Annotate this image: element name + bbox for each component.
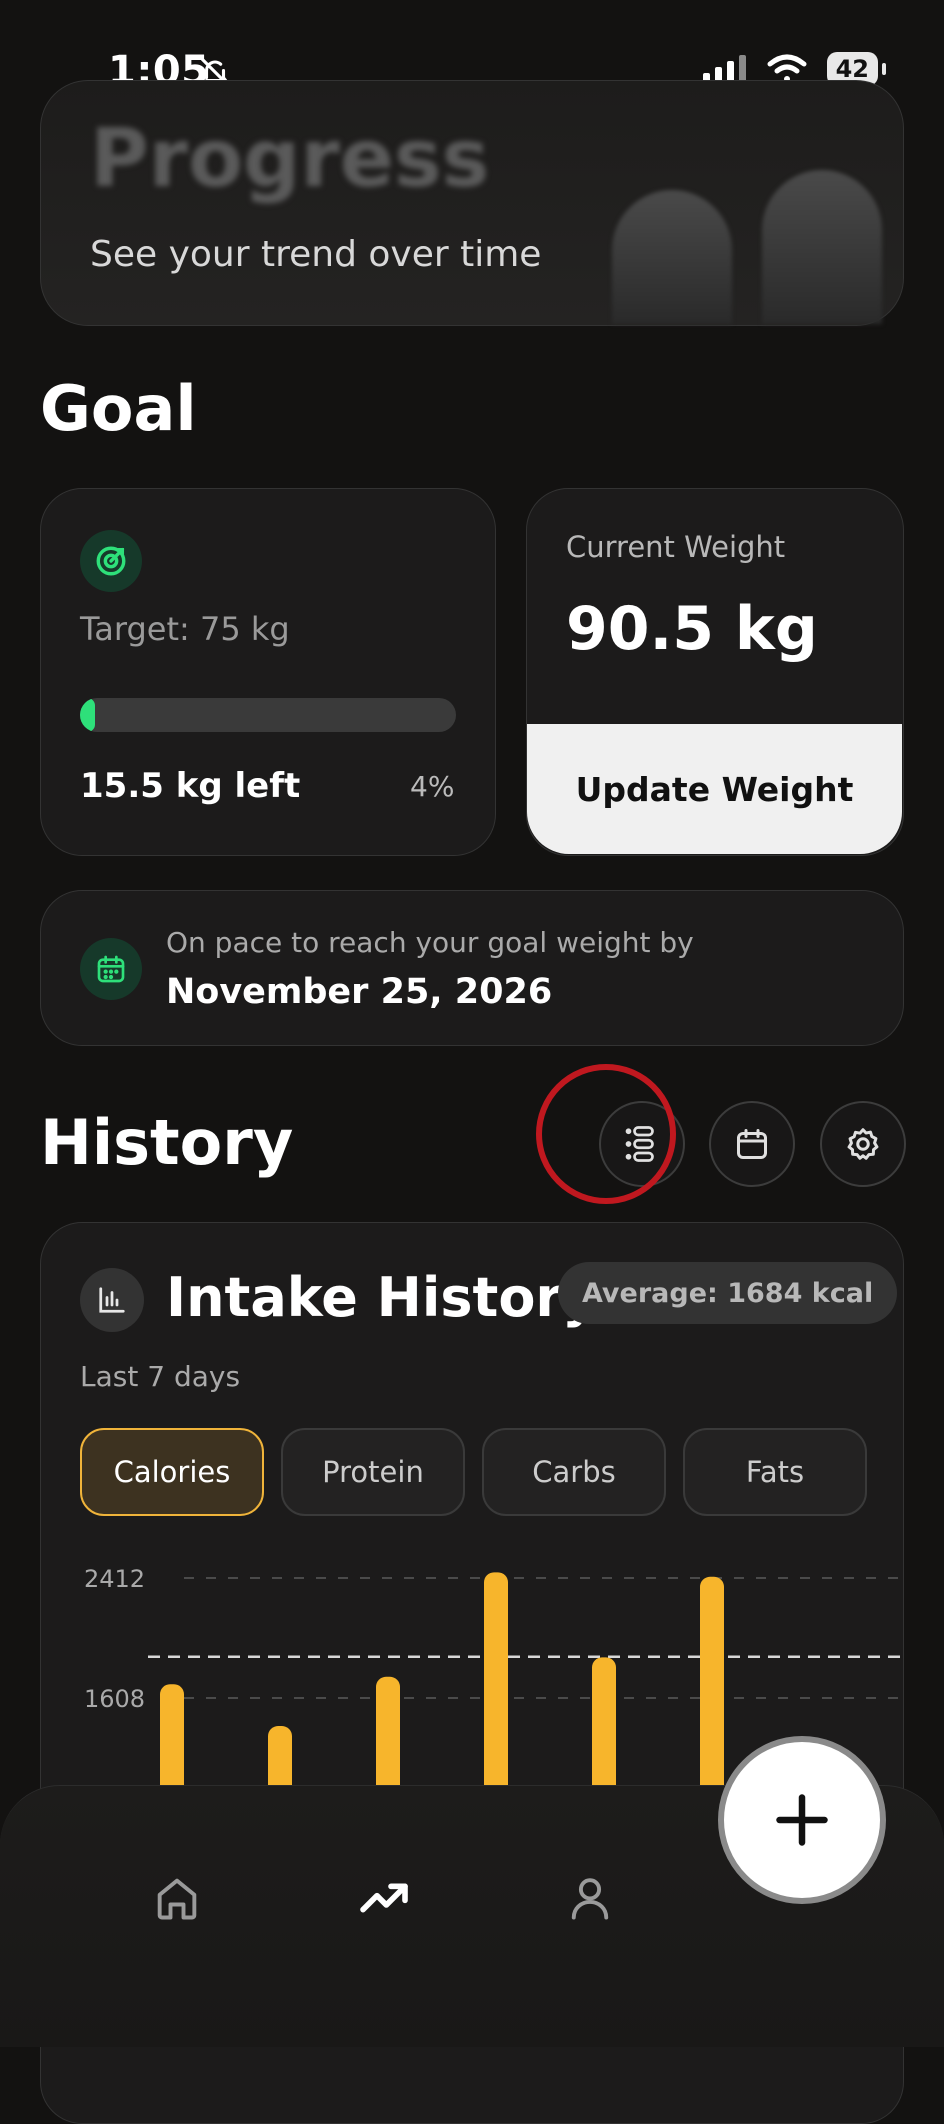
range-label: Last 7 days [80, 1360, 241, 1393]
intake-history-title: Intake History [166, 1266, 598, 1329]
hero-subtitle: See your trend over time [90, 234, 542, 275]
progress-percent: 4% [410, 770, 455, 803]
y-tick-label: 1608 [84, 1685, 145, 1713]
current-weight-caption: Current Weight [566, 530, 786, 564]
pace-date: November 25, 2026 [166, 972, 553, 1012]
home-icon [157, 1878, 197, 1920]
pace-caption: On pace to reach your goal weight by [166, 926, 694, 959]
goal-progress-bar [80, 698, 456, 732]
nav-progress[interactable] [334, 1848, 434, 1948]
nav-home[interactable] [127, 1848, 227, 1948]
update-weight-button[interactable]: Update Weight [527, 724, 902, 854]
battery-cap [882, 63, 886, 75]
hero-decoration [612, 150, 902, 324]
hero-title: Progress [90, 112, 490, 205]
chip-carbs[interactable]: Carbs [482, 1428, 666, 1516]
plus-icon [776, 1794, 828, 1846]
chart-bar [700, 1576, 724, 1810]
settings-button[interactable] [820, 1101, 906, 1187]
calendar-icon [737, 1129, 767, 1159]
calendar-icon [80, 938, 142, 1000]
goal-section-title: Goal [40, 372, 197, 445]
highlight-annotation [536, 1064, 676, 1204]
history-section-title: History [40, 1106, 294, 1179]
chart-bar [484, 1572, 508, 1810]
current-weight-value: 90.5 kg [566, 594, 818, 664]
cellular-signal-icon [702, 55, 746, 83]
chip-fats[interactable]: Fats [683, 1428, 867, 1516]
trend-icon [360, 1883, 408, 1913]
y-tick-label: 2412 [84, 1565, 145, 1593]
calendar-button[interactable] [709, 1101, 795, 1187]
chip-protein[interactable]: Protein [281, 1428, 465, 1516]
bar-chart-icon [80, 1268, 144, 1332]
gear-icon [847, 1128, 879, 1160]
nav-profile[interactable] [540, 1848, 640, 1948]
remaining-label: 15.5 kg left [80, 766, 301, 806]
chip-calories[interactable]: Calories [80, 1428, 264, 1516]
target-icon [80, 530, 142, 592]
add-entry-button[interactable] [718, 1736, 886, 1904]
goal-pace-card [40, 890, 904, 1046]
average-badge: Average: 1684 kcal [558, 1262, 898, 1324]
profile-icon [571, 1878, 609, 1920]
target-label: Target: 75 kg [80, 610, 290, 648]
